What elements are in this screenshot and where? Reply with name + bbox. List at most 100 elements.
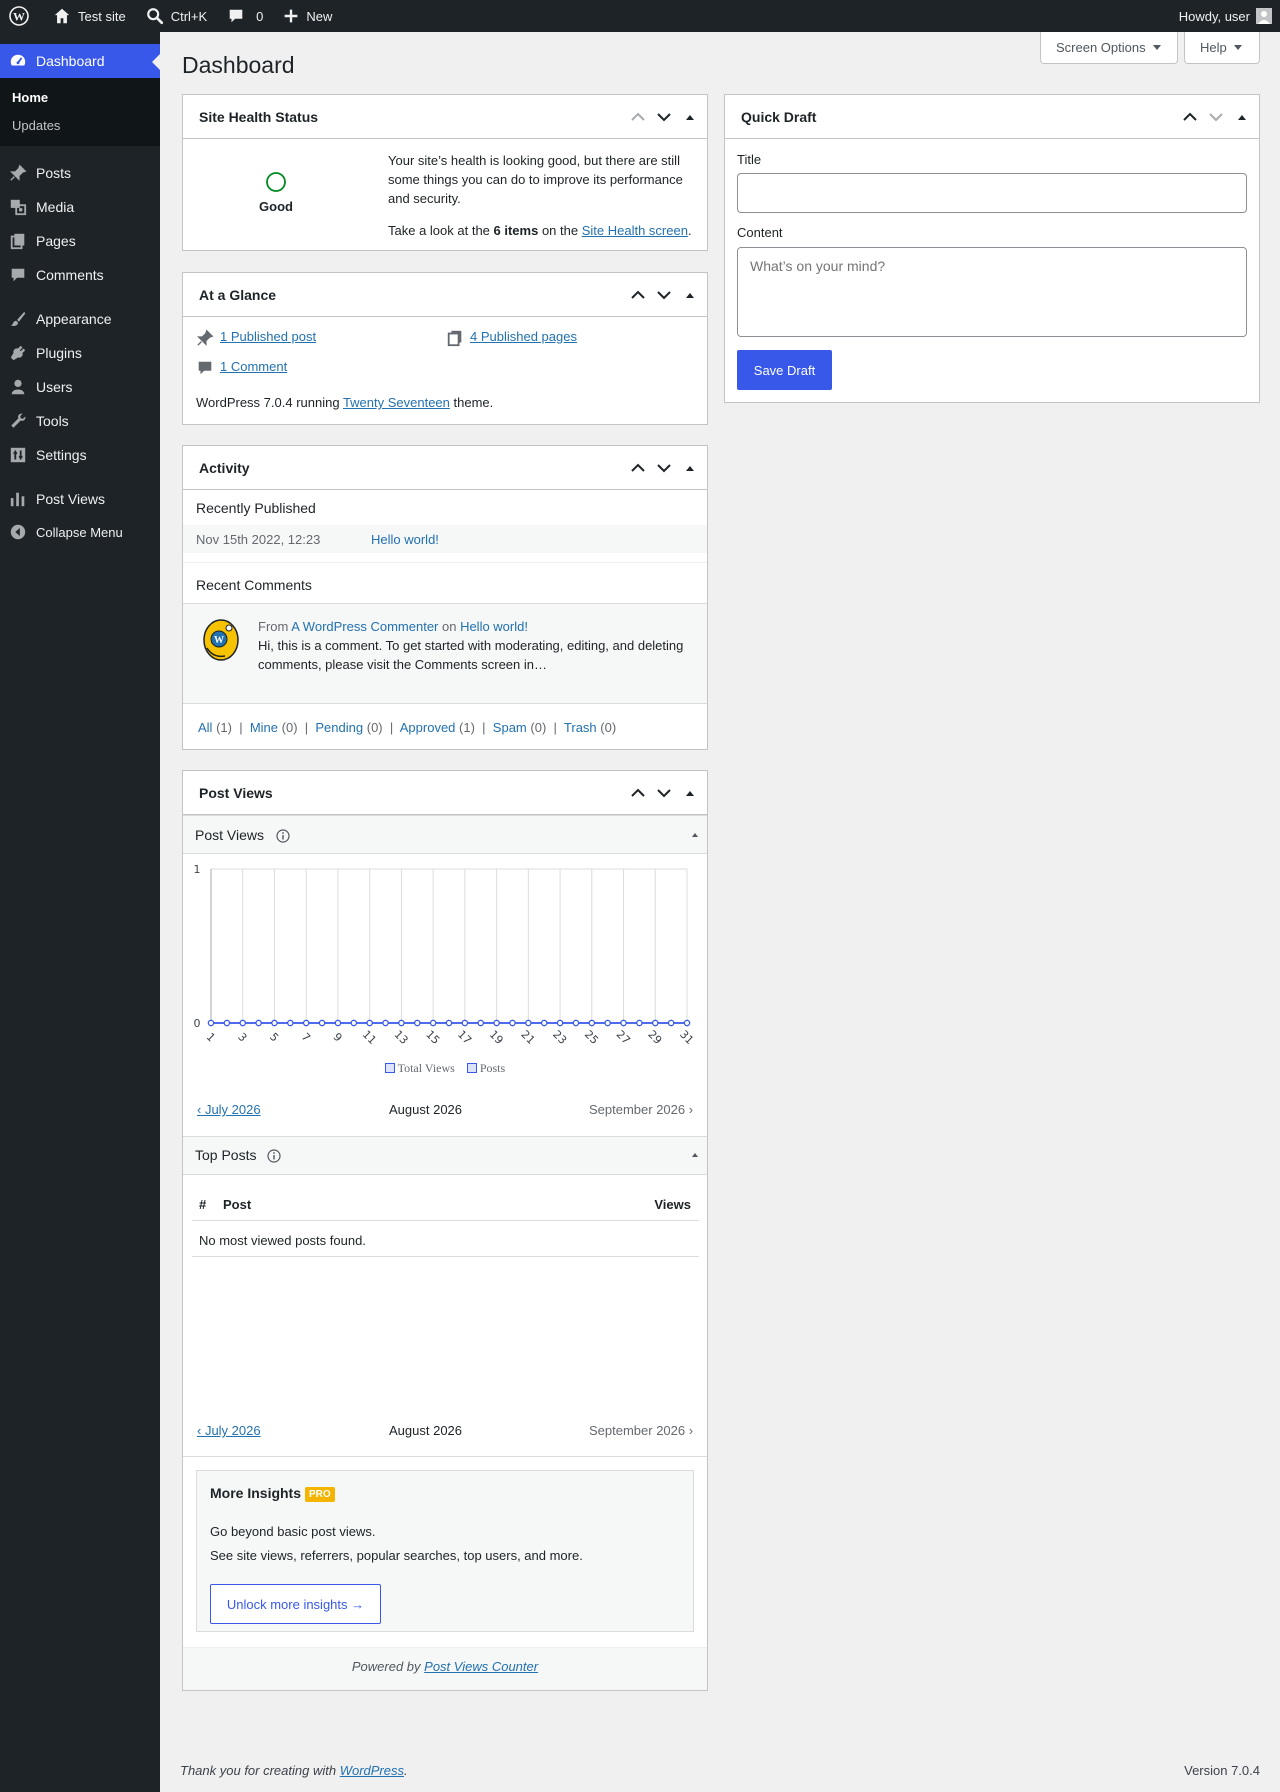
legend-total-views[interactable]: Total Views — [398, 1061, 455, 1075]
more-insights-line2: See site views, referrers, popular searc… — [210, 1548, 583, 1563]
commenter-link[interactable]: A WordPress Commenter — [291, 619, 438, 634]
wordpress-link[interactable]: WordPress — [340, 1763, 404, 1778]
published-pages-link[interactable]: 4 Published pages — [470, 329, 577, 344]
data-point — [223, 1019, 231, 1027]
comment-icon — [229, 9, 243, 23]
my-account[interactable]: Howdy, user — [1179, 0, 1272, 32]
site-name-link[interactable]: Test site — [45, 0, 134, 32]
x-tick-label: 31 — [677, 1028, 696, 1047]
menu-pages[interactable]: Pages — [0, 224, 160, 258]
toggle-panel-icon[interactable] — [679, 284, 701, 306]
move-down-icon[interactable] — [653, 457, 675, 479]
data-point — [302, 1019, 310, 1027]
move-up-icon[interactable] — [627, 284, 649, 306]
x-tick-label: 19 — [487, 1028, 506, 1047]
filter-approved[interactable]: Approved — [400, 720, 456, 735]
filter-mine[interactable]: Mine — [250, 720, 278, 735]
move-up-icon[interactable] — [627, 782, 649, 804]
new-content-button[interactable]: New — [275, 0, 340, 32]
data-point — [318, 1019, 326, 1027]
menu-comments[interactable]: Comments — [0, 258, 160, 292]
menu-users[interactable]: Users — [0, 370, 160, 404]
menu-plugins-label: Plugins — [36, 345, 82, 361]
menu-tools[interactable]: Tools — [0, 404, 160, 438]
data-point — [541, 1019, 548, 1027]
comments-count-link[interactable]: 1 Comment — [220, 359, 287, 374]
menu-dashboard[interactable]: Dashboard — [0, 44, 160, 78]
move-up-icon[interactable] — [627, 457, 649, 479]
collapse-section-icon[interactable] — [691, 832, 699, 838]
comment-post-link[interactable]: Hello world! — [460, 619, 528, 634]
recent-comments-heading: Recent Comments — [196, 577, 312, 593]
filter-pending[interactable]: Pending — [315, 720, 363, 735]
move-down-icon[interactable] — [653, 782, 675, 804]
data-point — [667, 1019, 675, 1027]
menu-settings[interactable]: Settings — [0, 438, 160, 472]
wp-logo-icon[interactable]: W — [0, 0, 45, 32]
info-icon[interactable] — [276, 829, 290, 843]
x-tick-label: 15 — [423, 1028, 442, 1047]
toggle-panel-icon[interactable] — [679, 457, 701, 479]
empty-message: No most viewed posts found. — [199, 1233, 366, 1248]
help-label: Help — [1200, 40, 1227, 55]
menu-plugins[interactable]: Plugins — [0, 336, 160, 370]
widget-header: Quick Draft — [725, 95, 1259, 139]
commenter-avatar: W — [203, 619, 239, 661]
site-health-link[interactable]: Site Health screen — [582, 223, 688, 238]
widget-title: Site Health Status — [199, 108, 319, 125]
legend-posts[interactable]: Posts — [480, 1061, 505, 1075]
toggle-panel-icon[interactable] — [679, 106, 701, 128]
screen-options-button[interactable]: Screen Options — [1040, 32, 1178, 64]
filter-trash[interactable]: Trash — [564, 720, 597, 735]
data-point — [652, 1019, 659, 1027]
post-views-counter-link[interactable]: Post Views Counter — [424, 1659, 538, 1674]
move-down-icon[interactable] — [653, 284, 675, 306]
submenu-updates[interactable]: Updates — [12, 118, 60, 133]
activity-widget: Activity Recently Published Nov 15th 202… — [182, 445, 708, 750]
menu-appearance[interactable]: Appearance — [0, 302, 160, 336]
toggle-panel-icon[interactable] — [679, 782, 701, 804]
move-down-icon[interactable] — [1205, 106, 1227, 128]
unlock-insights-button[interactable]: Unlock more insights → — [210, 1584, 381, 1624]
at-a-glance-widget: At a Glance 1 Published post 4 Published… — [182, 272, 708, 425]
chart-legend: Total Views Posts — [183, 1061, 707, 1076]
menu-posts[interactable]: Posts — [0, 156, 160, 190]
chart-prev-month-link[interactable]: ‹ July 2026 — [197, 1102, 261, 1117]
screen-options-label: Screen Options — [1056, 40, 1146, 55]
help-button[interactable]: Help — [1184, 32, 1260, 64]
toggle-panel-icon[interactable] — [1231, 106, 1253, 128]
chart-next-month: September 2026 › — [589, 1102, 694, 1117]
data-point — [255, 1019, 262, 1027]
home-icon — [54, 8, 70, 24]
move-up-icon[interactable] — [627, 106, 649, 128]
save-draft-button[interactable]: Save Draft — [737, 350, 832, 390]
draft-title-input[interactable] — [737, 173, 1247, 213]
filter-spam[interactable]: Spam — [493, 720, 527, 735]
quick-draft-widget: Quick Draft Title Content Save Draft — [724, 94, 1260, 403]
move-up-icon[interactable] — [1179, 106, 1201, 128]
draft-content-textarea[interactable] — [737, 247, 1247, 337]
post-views-chart: 011 3 5 7 9 11 13 15 17 19 21 23 25 27 29 31 — [194, 863, 697, 1047]
svg-text:W: W — [214, 635, 224, 646]
data-point — [414, 1019, 421, 1027]
move-down-icon[interactable] — [653, 106, 675, 128]
comments-link[interactable]: 0 — [219, 0, 271, 32]
command-palette-button[interactable]: Ctrl+K — [138, 0, 215, 32]
menu-post-views[interactable]: Post Views — [0, 482, 160, 516]
theme-link[interactable]: Twenty Seventeen — [343, 395, 450, 410]
collapse-section-icon[interactable] — [691, 1152, 699, 1158]
comment-icon — [11, 268, 25, 282]
collapse-menu-button[interactable]: Collapse Menu — [0, 515, 160, 549]
info-icon[interactable] — [267, 1149, 281, 1163]
x-tick-label: 11 — [360, 1028, 379, 1047]
menu-media[interactable]: Media — [0, 190, 160, 224]
menu-settings-label: Settings — [36, 447, 87, 463]
draft-title-label: Title — [737, 152, 762, 167]
filter-all[interactable]: All — [198, 720, 212, 735]
top-posts-prev-month-link[interactable]: ‹ July 2026 — [197, 1423, 261, 1438]
submenu-home[interactable]: Home — [12, 90, 48, 105]
published-post-link[interactable]: Hello world! — [371, 532, 439, 547]
data-point — [350, 1019, 357, 1027]
published-posts-link[interactable]: 1 Published post — [220, 329, 316, 344]
health-message: Your site’s health is looking good, but … — [388, 153, 683, 206]
